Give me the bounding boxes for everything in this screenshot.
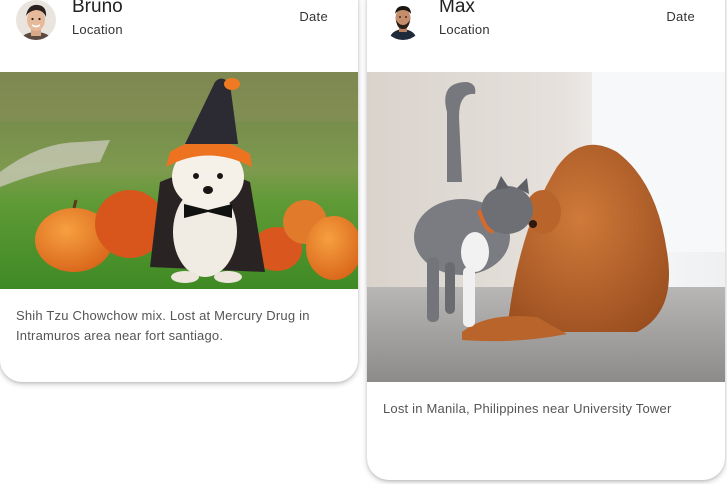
avatar[interactable] bbox=[383, 0, 423, 40]
post-card[interactable]: Bruno Location Date Shih Tzu Chowchow mi… bbox=[0, 0, 358, 382]
post-caption: Shih Tzu Chowchow mix. Lost at Mercury D… bbox=[16, 308, 310, 343]
author-location: Location bbox=[72, 22, 123, 37]
post-date: Date bbox=[299, 9, 328, 24]
author-name[interactable]: Max bbox=[439, 0, 475, 19]
post-header: Bruno Location Date bbox=[0, 0, 358, 72]
post-feed: Bruno Location Date Shih Tzu Chowchow mi… bbox=[0, 0, 727, 484]
post-header: Max Location Date bbox=[367, 0, 725, 72]
post-caption: Lost in Manila, Philippines near Univers… bbox=[383, 401, 672, 416]
post-date: Date bbox=[666, 9, 695, 24]
author-location: Location bbox=[439, 22, 490, 37]
author-name[interactable]: Bruno bbox=[72, 0, 123, 19]
post-photo[interactable] bbox=[0, 72, 358, 289]
avatar[interactable] bbox=[16, 0, 56, 40]
post-photo[interactable] bbox=[367, 72, 725, 382]
post-card[interactable]: Max Location Date Lost in Manila, Philip… bbox=[367, 0, 725, 480]
